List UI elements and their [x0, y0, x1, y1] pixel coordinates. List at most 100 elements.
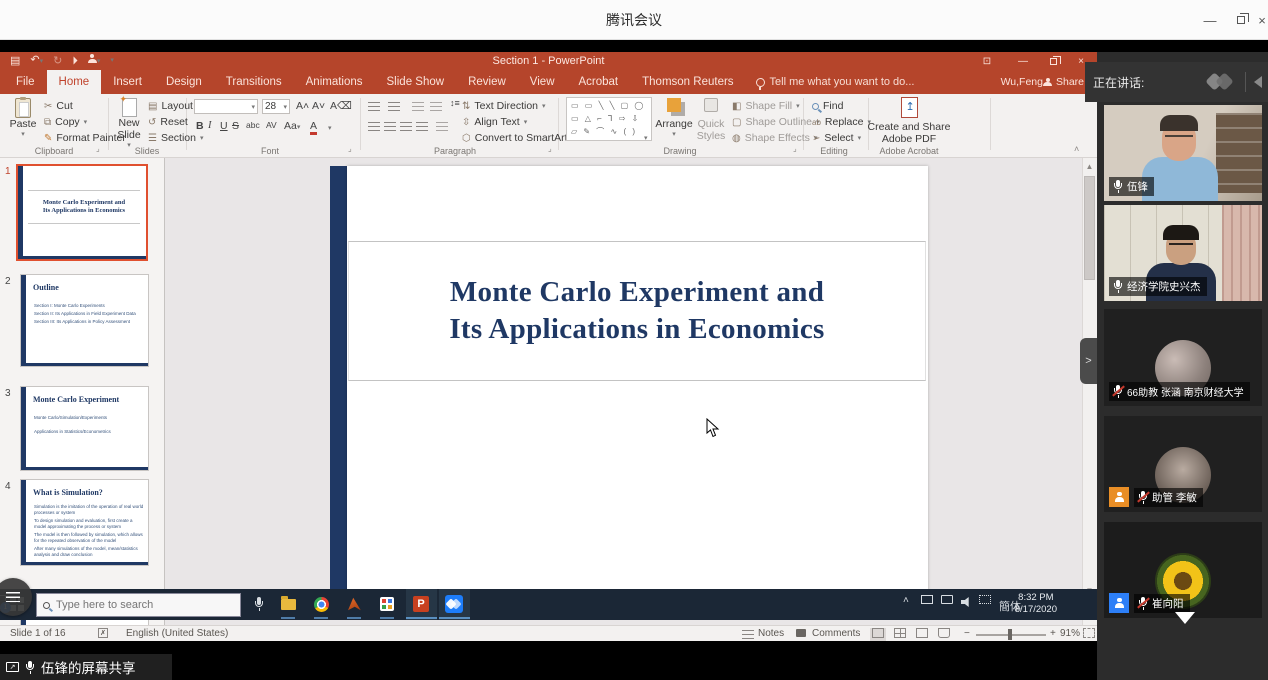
bullets-icon[interactable] — [368, 102, 380, 111]
text-direction-button[interactable]: ⇅Text Direction▾ — [462, 100, 546, 112]
notes-button[interactable]: Notes — [758, 628, 784, 639]
align-center-icon[interactable] — [384, 122, 396, 131]
tab-file[interactable]: File — [4, 70, 47, 94]
voice-input-mic-icon[interactable] — [250, 595, 268, 613]
collapse-ribbon-icon[interactable]: ˄ — [1074, 144, 1079, 154]
slideshow-view-icon[interactable] — [938, 628, 950, 638]
increase-indent-icon[interactable] — [430, 102, 442, 111]
select-button[interactable]: ➢Select▾ — [812, 132, 861, 144]
video-tile-participant-4[interactable]: 助管 李敏 — [1104, 416, 1262, 512]
tray-show-hidden-icons[interactable]: ˄ — [903, 595, 909, 606]
grid-app-icon[interactable] — [378, 595, 396, 613]
align-left-icon[interactable] — [368, 122, 380, 131]
minimize-button[interactable]: — — [1195, 0, 1225, 40]
matlab-icon[interactable] — [345, 595, 363, 613]
shape-gallery-more-icon[interactable]: ▾ — [644, 134, 648, 142]
ppt-restore-button[interactable] — [1040, 52, 1066, 70]
sidebar-expand-icon[interactable] — [1254, 76, 1262, 88]
powerpoint-taskbar-button[interactable]: P — [406, 589, 437, 620]
cut-button[interactable]: ✂Cut — [44, 100, 73, 112]
font-size-combo[interactable]: 28▾ — [262, 99, 290, 114]
tencent-meeting-taskbar-button[interactable] — [439, 589, 470, 620]
clear-formatting-button[interactable]: A⌫ — [330, 100, 352, 112]
font-color-dropdown-icon[interactable]: ▾ — [328, 124, 332, 132]
video-tile-participant-5[interactable]: 崔向阳 — [1104, 522, 1262, 618]
slide-thumbnail-3[interactable]: Monte Carlo Experiment Monte Carlo/Simul… — [20, 386, 149, 471]
tab-insert[interactable]: Insert — [101, 70, 154, 94]
ppt-minimize-button[interactable]: — — [1010, 52, 1036, 70]
italic-button[interactable]: I — [208, 120, 212, 131]
grow-font-button[interactable]: A˄ — [296, 100, 309, 112]
bold-button[interactable]: B — [196, 120, 204, 132]
scroll-up-icon[interactable]: ▲ — [1083, 160, 1096, 173]
tab-view[interactable]: View — [518, 70, 567, 94]
language-indicator[interactable]: English (United States) — [126, 628, 228, 639]
clipboard-dialog-launcher[interactable]: ⌟ — [96, 144, 100, 153]
paragraph-dialog-launcher[interactable]: ⌟ — [548, 144, 552, 153]
line-spacing-icon[interactable]: ↕≡ — [450, 98, 460, 108]
video-tile-participant-2[interactable]: 经济学院史兴杰 — [1104, 205, 1262, 301]
underline-button[interactable]: U — [220, 120, 228, 132]
convert-to-smartart-button[interactable]: ⬡Convert to SmartArt — [462, 132, 568, 144]
numbering-icon[interactable] — [388, 102, 400, 111]
font-dialog-launcher[interactable]: ⌟ — [348, 144, 352, 153]
spell-check-icon[interactable]: ✗ — [98, 628, 108, 638]
touch-keyboard-icon[interactable] — [979, 595, 991, 604]
video-tile-participant-3[interactable]: 66助教 张涵 南京财经大学 — [1104, 309, 1262, 406]
shape-gallery[interactable]: ▭ ▭ ╲ ╲ ▢ ◯ ▭ △ ⌐ Ꞁ ⇨ ⇩ ▱ ✎ ⌒ ∿ ( ) — [566, 97, 652, 141]
slide-thumbnail-4[interactable]: What is Simulation? Simulation is the im… — [20, 479, 149, 566]
tab-animations[interactable]: Animations — [294, 70, 375, 94]
zoom-level[interactable]: 91% — [1060, 628, 1080, 639]
create-pdf-button[interactable]: Create and Share Adobe PDF — [862, 97, 956, 145]
quick-styles-button[interactable]: Quick Styles — [694, 98, 728, 142]
taskbar-search-box[interactable] — [36, 593, 241, 617]
strikethrough-button[interactable]: S — [232, 120, 239, 132]
tray-input-indicator-icon[interactable] — [921, 595, 933, 604]
sidebar-collapse-handle[interactable]: > — [1080, 338, 1097, 384]
align-text-button[interactable]: ⇳Align Text▾ — [462, 116, 527, 128]
shape-effects-button[interactable]: ◍Shape Effects▾ — [732, 132, 817, 144]
volume-icon[interactable] — [961, 597, 972, 607]
tab-review[interactable]: Review — [456, 70, 518, 94]
network-icon[interactable] — [941, 595, 953, 604]
columns-icon[interactable] — [436, 122, 448, 131]
character-spacing-button[interactable]: AV — [266, 120, 277, 130]
new-slide-button[interactable]: New Slide ▾ — [112, 98, 146, 149]
font-color-button[interactable]: A — [310, 120, 317, 135]
ribbon-display-options-icon[interactable]: ⊡ — [974, 52, 1000, 70]
zoom-out-icon[interactable]: − — [964, 628, 970, 639]
tab-slideshow[interactable]: Slide Show — [375, 70, 457, 94]
copy-button[interactable]: ⧉Copy▾ — [44, 116, 87, 128]
fit-to-window-icon[interactable] — [1083, 628, 1095, 638]
shape-outline-button[interactable]: ▢Shape Outline▾ — [732, 116, 820, 128]
reading-view-icon[interactable] — [916, 628, 928, 638]
tab-transitions[interactable]: Transitions — [214, 70, 294, 94]
tell-me-box[interactable]: Tell me what you want to do... — [746, 70, 925, 94]
tab-acrobat[interactable]: Acrobat — [567, 70, 631, 94]
paste-button[interactable]: Paste ▾ — [6, 98, 40, 138]
slide-sorter-view-icon[interactable] — [894, 628, 906, 638]
tab-home[interactable]: Home — [47, 70, 102, 94]
zoom-slider-thumb[interactable] — [1008, 629, 1012, 640]
slide-canvas[interactable] — [347, 166, 928, 597]
decrease-indent-icon[interactable] — [412, 102, 424, 111]
scrollbar-thumb[interactable] — [1084, 176, 1095, 280]
arrange-button[interactable]: Arrange ▾ — [656, 98, 692, 138]
shrink-font-button[interactable]: A˅ — [312, 100, 325, 112]
file-explorer-icon[interactable] — [279, 595, 297, 613]
scroll-down-more-participants-icon[interactable] — [1175, 612, 1195, 624]
font-name-combo[interactable]: ▾ — [194, 99, 258, 114]
text-shadow-button[interactable]: abc — [246, 120, 260, 130]
taskbar-clock[interactable]: 8:32 PM 8/17/2020 — [1015, 592, 1057, 616]
account-name[interactable]: Wu,Feng — [1001, 70, 1043, 94]
tab-design[interactable]: Design — [154, 70, 214, 94]
chrome-icon[interactable] — [312, 595, 330, 613]
normal-view-icon[interactable] — [872, 628, 884, 638]
find-button[interactable]: Find — [812, 100, 843, 112]
change-case-button[interactable]: Aa▾ — [284, 120, 300, 132]
shape-fill-button[interactable]: ◧Shape Fill▾ — [732, 100, 800, 112]
close-button[interactable]: × — [1256, 0, 1268, 40]
video-tile-participant-1[interactable]: 伍锋 — [1104, 105, 1262, 201]
justify-icon[interactable] — [416, 122, 428, 131]
zoom-in-icon[interactable]: + — [1050, 628, 1056, 639]
